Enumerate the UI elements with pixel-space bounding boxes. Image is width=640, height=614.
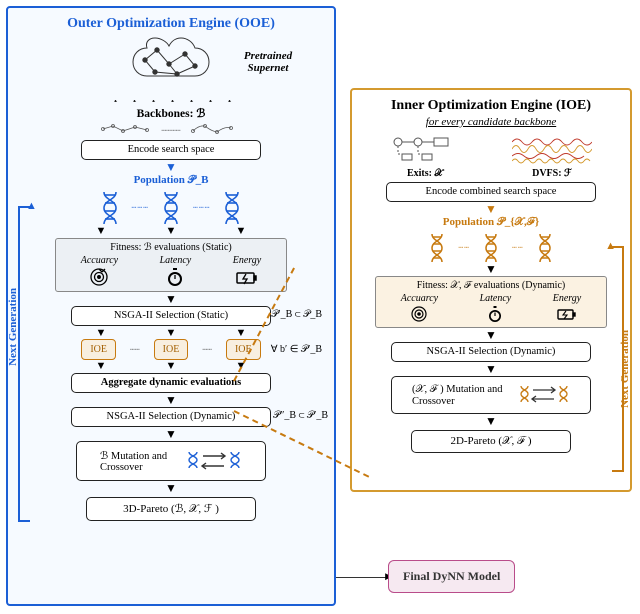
nsga-dyn-note: 𝒫″_B ⊂ 𝒫′_B [273,410,328,421]
fitness-latency: Latency [160,255,192,288]
fitness-title: Fitness: 𝒳, ℱ evaluations (Dynamic) [380,280,602,291]
dna-icon [428,232,446,262]
battery-icon [556,305,578,323]
supernet-block: Pretrained Supernet [16,36,326,96]
dvfs-label: DVFS: ℱ [512,168,592,179]
fitness-title: Fitness: ℬ evaluations (Static) [60,242,282,253]
ooe-dna-row: ┄┄┄ ┄┄┄ [16,190,326,224]
fitness-accuracy: Accuarcy [401,293,438,324]
ooe-loop-label: Next Generation [7,288,19,366]
arrow-icon: ▼ [360,331,622,339]
ioe-encode-box: Encode combined search space [386,182,596,202]
ooe-panel: Outer Optimization Engine (OOE) Pretrain… [6,6,336,606]
fitness-latency: Latency [480,293,512,324]
ioe-title: Inner Optimization Engine (IOE) [360,98,622,114]
ooe-loop-line [18,206,30,522]
fitness-energy: Energy [233,255,262,288]
arrow-icon: ▼ [360,205,622,213]
dvfs-block: DVFS: ℱ [512,134,592,179]
ooe-title: Outer Optimization Engine (OOE) [16,16,326,32]
ioe-loop-label: Next Generation [619,330,631,408]
dna-icon [161,190,181,224]
crossover-icon [518,381,570,409]
nsga-static-box: NSGA-II Selection (Static) [71,306,271,326]
ooe-encode-box: Encode search space [81,140,261,160]
brain-icon [127,36,215,90]
target-icon [410,305,428,323]
stopwatch-icon [486,305,504,323]
crossover-icon [186,446,242,476]
ioe-population-label: Population 𝒫_{𝒳,ℱ} [360,216,622,229]
dna-icon [536,232,554,262]
arrow-up-icon: ▲ [605,240,616,252]
exits-label: Exits: 𝒳 [390,168,460,179]
ioe-box: IOE [81,339,116,360]
arrow-row: ▼▼▼ [66,227,276,235]
arrow-icon: ▼ [16,396,326,404]
aggregate-box: Aggregate dynamic evaluations [71,373,271,393]
fitness-accuracy: Accuarcy [81,255,118,288]
arrow-icon: ▼ [360,265,622,273]
ooe-population-label: Population 𝒫_B [16,174,326,187]
arrow-icon: ▼ [360,417,622,425]
dvfs-waves-icon [512,134,592,164]
ooe-pareto-box: 3D-Pareto (ℬ, 𝒳, ℱ ) [86,497,256,521]
arrow-up-icon: ▲ [26,200,37,212]
ioe-subtitle: for every candidate backbone [360,116,622,128]
nsga-dynamic-box: NSGA-II Selection (Dynamic) [71,407,271,427]
ioe-nsga-box: NSGA-II Selection (Dynamic) [391,342,591,362]
dna-icon [100,190,120,224]
ioe-dna-row: ┄┄ ┄┄ [360,232,622,262]
backbones-label: Backbones: ℬ [16,106,326,120]
arrow-icon: ▼ [360,365,622,373]
supernet-label: Pretrained Supernet [238,50,298,74]
nsga-static-note: 𝒫′_B ⊂ 𝒫_B [271,309,322,320]
ioe-box: IOE [154,339,189,360]
final-model-box: Final DyNN Model [388,560,515,593]
ioe-mutation-box: (𝒳, ℱ ) Mutation and Crossover [391,376,591,414]
dna-icon [482,232,500,262]
arrow-icon: ▼ [16,163,326,171]
pareto-to-final-connector [336,577,388,578]
backbone-graphs: ┄┄┄┄ [16,123,326,137]
exits-block: Exits: 𝒳 [390,134,460,179]
ioe-forall-note: ∀ b′ ∈ 𝒫′_B [271,344,322,355]
ioe-panel: Inner Optimization Engine (IOE) for ever… [350,88,632,492]
arrow-row: ▼▼▼ [66,329,276,337]
ooe-fitness-box: Fitness: ℬ evaluations (Static) Accuarcy… [55,238,287,292]
battery-icon [235,267,259,287]
target-icon [89,267,109,287]
dna-icon [222,190,242,224]
ioe-inputs-row: Exits: 𝒳 DVFS: ℱ [364,134,618,179]
ioe-pareto-box: 2D-Pareto (𝒳, ℱ ) [411,430,571,453]
ooe-mutation-box: ℬ Mutation and Crossover [76,441,266,481]
ioe-fitness-box: Fitness: 𝒳, ℱ evaluations (Dynamic) Accu… [375,276,607,328]
fitness-energy: Energy [553,293,582,324]
arrow-icon: ▼ [16,484,326,492]
stopwatch-icon [165,267,185,287]
